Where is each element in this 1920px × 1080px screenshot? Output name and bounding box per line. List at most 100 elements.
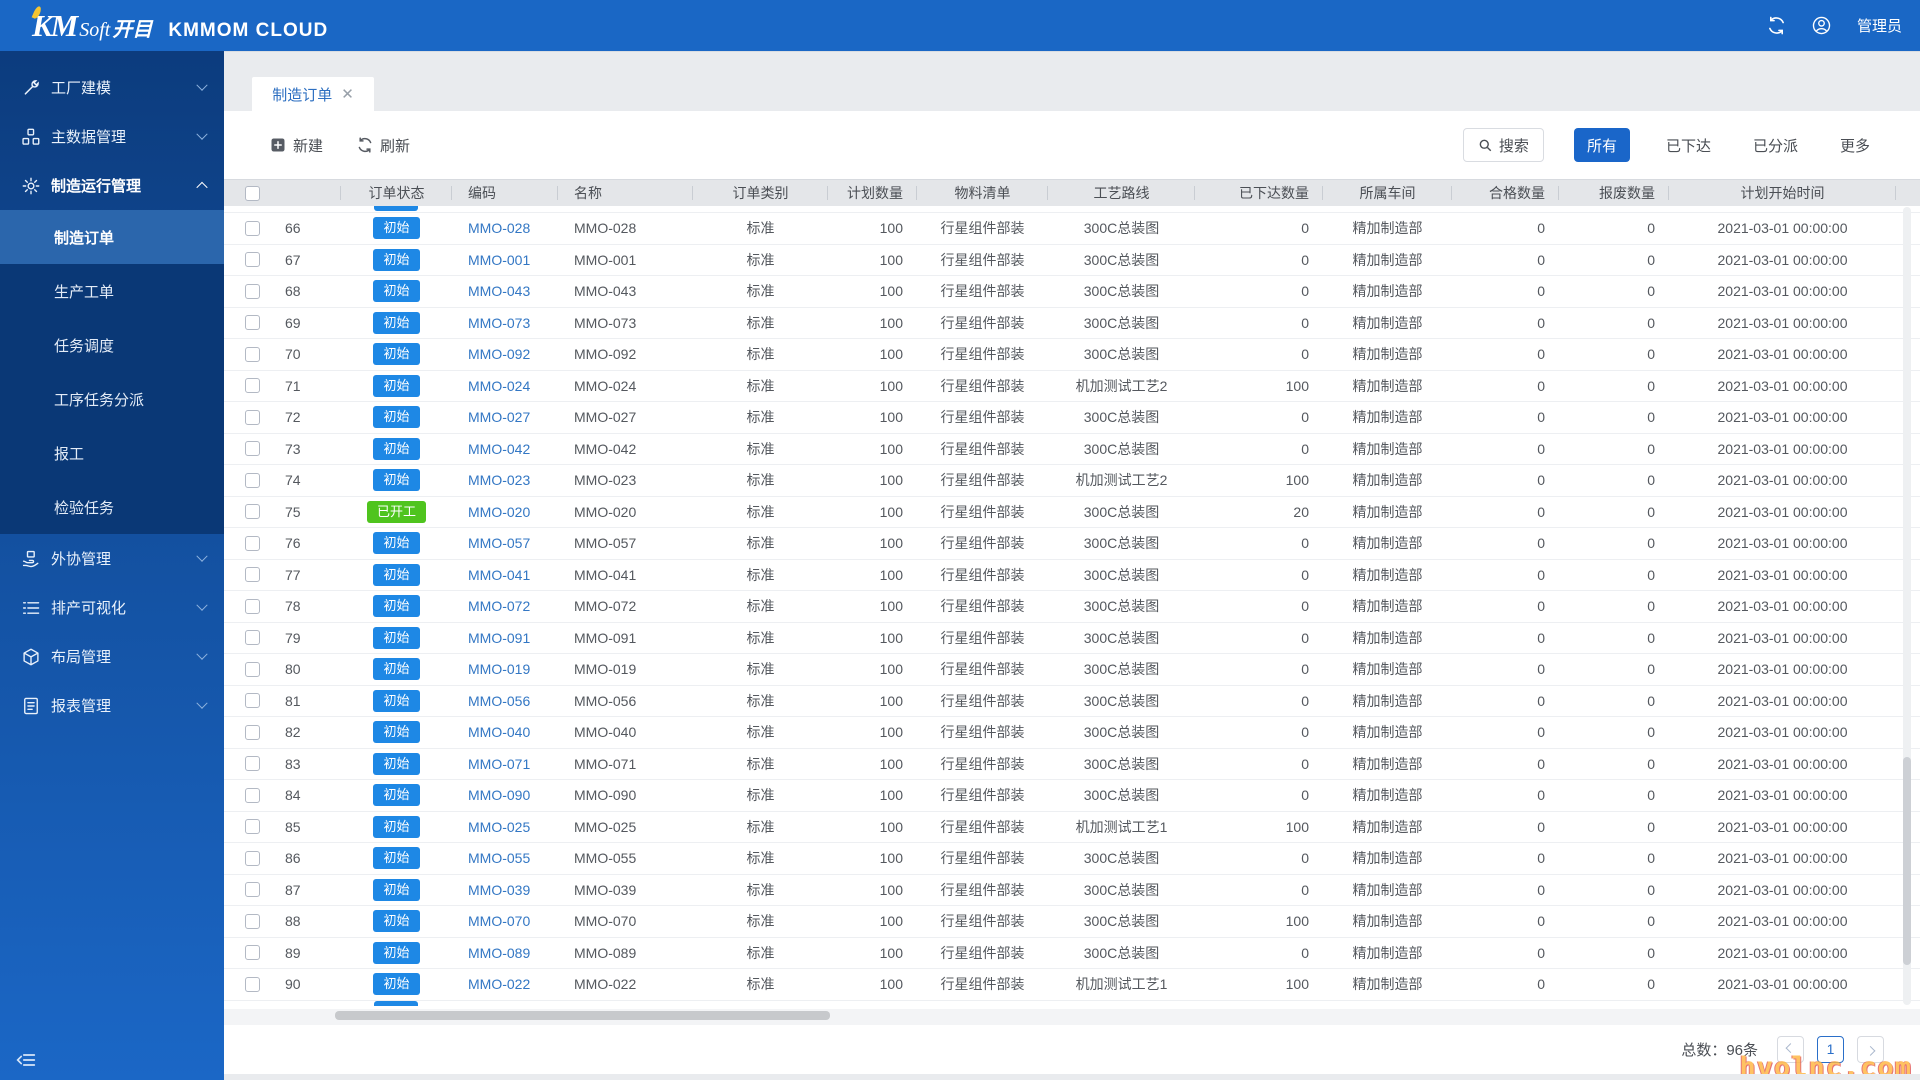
order-code-link[interactable]: MMO-022	[468, 976, 530, 992]
sidebar-item[interactable]: 报表管理	[0, 681, 224, 730]
user-icon[interactable]	[1812, 16, 1831, 35]
select-all-checkbox[interactable]	[245, 186, 260, 201]
order-code-link[interactable]: MMO-040	[468, 724, 530, 740]
refresh-button[interactable]: 刷新	[357, 135, 410, 156]
row-checkbox[interactable]	[245, 567, 260, 582]
sidebar-subitem[interactable]: 工序任务分派	[0, 372, 224, 426]
order-code-link[interactable]: MMO-043	[468, 283, 530, 299]
filter-button[interactable]: 已下达	[1660, 128, 1717, 162]
row-checkbox[interactable]	[245, 882, 260, 897]
order-code-link[interactable]: MMO-056	[468, 693, 530, 709]
order-code-link[interactable]: MMO-071	[468, 756, 530, 772]
order-code-link[interactable]: MMO-023	[468, 472, 530, 488]
order-code-link[interactable]: MMO-070	[468, 913, 530, 929]
table-row[interactable]: 80初始MMO-019MMO-019标准100行星组件部装300C总装图0精加制…	[224, 654, 1920, 686]
table-row[interactable]: 90初始MMO-022MMO-022标准100行星组件部装机加测试工艺1100精…	[224, 969, 1920, 1001]
sidebar-item[interactable]: 制造运行管理	[0, 161, 224, 210]
table-row[interactable]: 86初始MMO-055MMO-055标准100行星组件部装300C总装图0精加制…	[224, 843, 1920, 875]
row-checkbox[interactable]	[245, 347, 260, 362]
sidebar-item[interactable]: 主数据管理	[0, 112, 224, 161]
order-code-link[interactable]: MMO-041	[468, 567, 530, 583]
row-checkbox[interactable]	[245, 410, 260, 425]
row-checkbox[interactable]	[245, 630, 260, 645]
order-code-link[interactable]: MMO-024	[468, 378, 530, 394]
sidebar-subitem[interactable]: 制造订单	[0, 210, 224, 264]
row-checkbox[interactable]	[245, 945, 260, 960]
sidebar-item[interactable]: 工厂建模	[0, 63, 224, 112]
table-row[interactable]: 82初始MMO-040MMO-040标准100行星组件部装300C总装图0精加制…	[224, 717, 1920, 749]
order-code-link[interactable]: MMO-025	[468, 819, 530, 835]
table-row[interactable]: 74初始MMO-023MMO-023标准100行星组件部装机加测试工艺2100精…	[224, 465, 1920, 497]
row-checkbox[interactable]	[245, 252, 260, 267]
next-page-button[interactable]	[1857, 1036, 1884, 1063]
row-checkbox[interactable]	[245, 725, 260, 740]
sidebar-item[interactable]: 布局管理	[0, 632, 224, 681]
table-row[interactable]: 87初始MMO-039MMO-039标准100行星组件部装300C总装图0精加制…	[224, 875, 1920, 907]
row-checkbox[interactable]	[245, 662, 260, 677]
row-checkbox[interactable]	[245, 473, 260, 488]
table-row[interactable]: 76初始MMO-057MMO-057标准100行星组件部装300C总装图0精加制…	[224, 528, 1920, 560]
order-code-link[interactable]: MMO-028	[468, 220, 530, 236]
order-code-link[interactable]: MMO-091	[468, 630, 530, 646]
table-row[interactable]: 78初始MMO-072MMO-072标准100行星组件部装300C总装图0精加制…	[224, 591, 1920, 623]
row-checkbox[interactable]	[245, 378, 260, 393]
collapse-sidebar-button[interactable]	[16, 1050, 36, 1070]
table-row[interactable]: 77初始MMO-041MMO-041标准100行星组件部装300C总装图0精加制…	[224, 560, 1920, 592]
table-row[interactable]: 68初始MMO-043MMO-043标准100行星组件部装300C总装图0精加制…	[224, 276, 1920, 308]
table-row[interactable]: 88初始MMO-070MMO-070标准100行星组件部装300C总装图100精…	[224, 906, 1920, 938]
table-row[interactable]: 83初始MMO-071MMO-071标准100行星组件部装300C总装图0精加制…	[224, 749, 1920, 781]
row-checkbox[interactable]	[245, 536, 260, 551]
sidebar-subitem[interactable]: 任务调度	[0, 318, 224, 372]
horizontal-scrollbar[interactable]	[224, 1009, 1920, 1025]
sidebar-subitem[interactable]: 报工	[0, 426, 224, 480]
horizontal-scrollbar-thumb[interactable]	[335, 1011, 830, 1020]
table-row[interactable]: 66初始MMO-028MMO-028标准100行星组件部装300C总装图0精加制…	[224, 213, 1920, 245]
sidebar-subitem[interactable]: 生产工单	[0, 264, 224, 318]
row-checkbox[interactable]	[245, 599, 260, 614]
order-code-link[interactable]: MMO-072	[468, 598, 530, 614]
order-code-link[interactable]: MMO-039	[468, 882, 530, 898]
current-user-label[interactable]: 管理员	[1857, 15, 1902, 36]
table-row[interactable]: 73初始MMO-042MMO-042标准100行星组件部装300C总装图0精加制…	[224, 434, 1920, 466]
filter-button[interactable]: 更多	[1834, 128, 1876, 162]
table-row[interactable]: 67初始MMO-001MMO-001标准100行星组件部装300C总装图0精加制…	[224, 245, 1920, 277]
table-row[interactable]: 81初始MMO-056MMO-056标准100行星组件部装300C总装图0精加制…	[224, 686, 1920, 718]
sidebar-item[interactable]: 外协管理	[0, 534, 224, 583]
row-checkbox[interactable]	[245, 693, 260, 708]
prev-page-button[interactable]	[1777, 1036, 1804, 1063]
table-row[interactable]: 84初始MMO-090MMO-090标准100行星组件部装300C总装图0精加制…	[224, 780, 1920, 812]
order-code-link[interactable]: MMO-090	[468, 787, 530, 803]
vertical-scrollbar[interactable]	[1903, 207, 1911, 1005]
order-code-link[interactable]: MMO-092	[468, 346, 530, 362]
row-checkbox[interactable]	[245, 504, 260, 519]
table-row[interactable]: 89初始MMO-089MMO-089标准100行星组件部装300C总装图0精加制…	[224, 938, 1920, 970]
table-row[interactable]: 69初始MMO-073MMO-073标准100行星组件部装300C总装图0精加制…	[224, 308, 1920, 340]
row-checkbox[interactable]	[245, 221, 260, 236]
current-page-button[interactable]: 1	[1817, 1036, 1844, 1063]
filter-button[interactable]: 已分派	[1747, 128, 1804, 162]
row-checkbox[interactable]	[245, 914, 260, 929]
row-checkbox[interactable]	[245, 756, 260, 771]
row-checkbox[interactable]	[245, 315, 260, 330]
row-checkbox[interactable]	[245, 977, 260, 992]
order-code-link[interactable]: MMO-020	[468, 504, 530, 520]
row-checkbox[interactable]	[245, 284, 260, 299]
row-checkbox[interactable]	[245, 819, 260, 834]
row-checkbox[interactable]	[245, 851, 260, 866]
order-code-link[interactable]: MMO-089	[468, 945, 530, 961]
table-row[interactable]: 72初始MMO-027MMO-027标准100行星组件部装300C总装图0精加制…	[224, 402, 1920, 434]
order-code-link[interactable]: MMO-057	[468, 535, 530, 551]
refresh-icon[interactable]	[1767, 16, 1786, 35]
table-row[interactable]: 79初始MMO-091MMO-091标准100行星组件部装300C总装图0精加制…	[224, 623, 1920, 655]
order-code-link[interactable]: MMO-073	[468, 315, 530, 331]
new-button[interactable]: 新建	[270, 135, 323, 156]
table-row[interactable]: 70初始MMO-092MMO-092标准100行星组件部装300C总装图0精加制…	[224, 339, 1920, 371]
row-checkbox[interactable]	[245, 788, 260, 803]
sidebar-item[interactable]: 排产可视化	[0, 583, 224, 632]
row-checkbox[interactable]	[245, 441, 260, 456]
order-code-link[interactable]: MMO-019	[468, 661, 530, 677]
close-icon[interactable]: ✕	[341, 87, 354, 102]
filter-button[interactable]: 所有	[1574, 128, 1630, 162]
order-code-link[interactable]: MMO-042	[468, 441, 530, 457]
tab-manufacturing-orders[interactable]: 制造订单 ✕	[252, 77, 374, 111]
